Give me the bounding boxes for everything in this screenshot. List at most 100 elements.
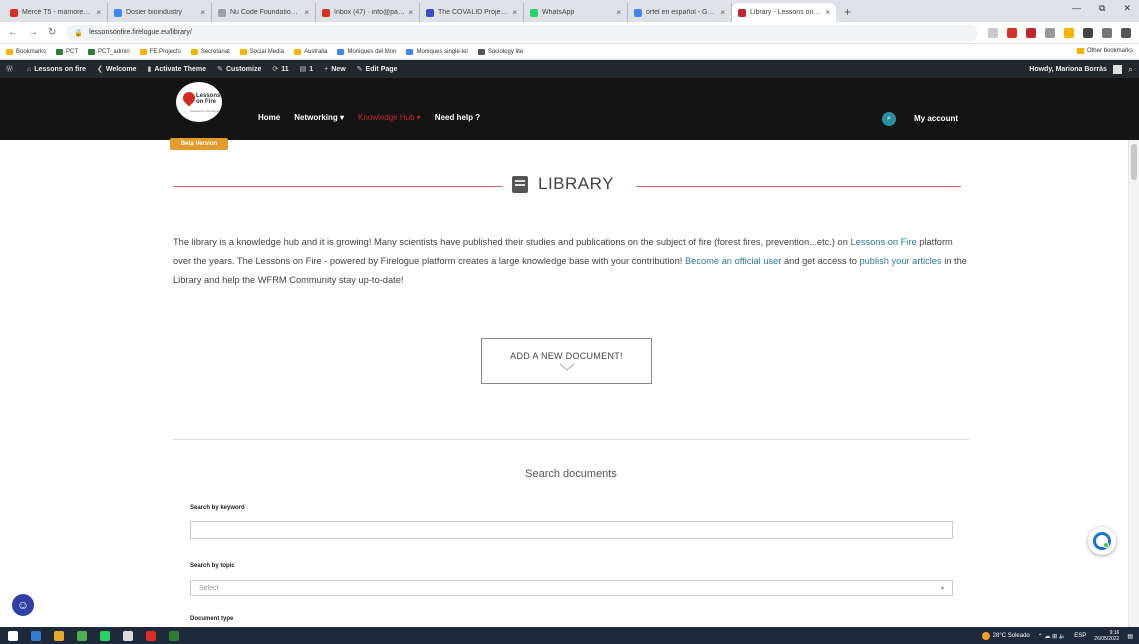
- bookmark-label: Secretariat: [200, 48, 230, 55]
- wp-logo-icon[interactable]: Ⓦ: [6, 64, 16, 74]
- browser-tab[interactable]: Library - Lessons on Fire ×: [732, 3, 836, 22]
- taskbar-app-icon[interactable]: [77, 630, 87, 641]
- close-icon[interactable]: ×: [200, 8, 205, 17]
- system-tray: 28°C Soleado ⌃ ☁ ⊞ 🔈 ESP 9:16 26/05/2022…: [981, 630, 1133, 642]
- extension-icon[interactable]: [1083, 27, 1093, 38]
- minimize-button[interactable]: —: [1072, 3, 1081, 14]
- bookmark-item[interactable]: Social Media: [239, 48, 284, 55]
- close-icon[interactable]: ×: [512, 8, 517, 17]
- taskbar-app-icon[interactable]: [123, 630, 133, 641]
- nav-item[interactable]: Need help ?: [435, 113, 480, 122]
- bookmark-item[interactable]: Moniques single-lel: [406, 48, 468, 55]
- tab-label: Mercè T5 - mamoreBene: [22, 9, 94, 16]
- taskbar-app-icon[interactable]: [8, 630, 18, 641]
- keyword-input[interactable]: [190, 521, 953, 539]
- taskbar-app-icon[interactable]: [31, 630, 41, 641]
- bookmark-item[interactable]: PCT_admin: [88, 48, 130, 55]
- become-official-user-link[interactable]: Become an official user: [685, 256, 781, 266]
- topic-select[interactable]: Select ▾: [190, 580, 953, 596]
- extension-icon[interactable]: [988, 27, 998, 38]
- site-search-button[interactable]: ⌕: [882, 112, 896, 126]
- wp-admin-item[interactable]: + New: [324, 66, 346, 73]
- keyword-label: Search by keyword: [190, 505, 245, 511]
- bookmark-item[interactable]: Australia: [294, 48, 327, 55]
- my-account-link[interactable]: My account: [914, 114, 958, 123]
- close-icon[interactable]: ×: [408, 8, 413, 17]
- extension-icon[interactable]: [1121, 27, 1131, 38]
- howdy-user[interactable]: Howdy, Mariona Borràs ⌕: [1029, 64, 1133, 75]
- scrollbar-thumb[interactable]: [1131, 144, 1137, 180]
- wp-admin-item[interactable]: ▮ Activate Theme: [147, 65, 206, 74]
- page-scrollbar[interactable]: [1128, 140, 1139, 627]
- taskbar-app-icon[interactable]: [54, 630, 64, 641]
- maximize-button[interactable]: ⧉: [1099, 3, 1105, 14]
- language-indicator[interactable]: ESP: [1074, 633, 1086, 639]
- forward-arrow-icon[interactable]: →: [28, 27, 38, 38]
- bookmarks-bar: Bookmarks PCT PCT_admin FE Projects Secretar…: [0, 44, 1139, 60]
- bookmark-item[interactable]: Bookmarks: [6, 48, 46, 55]
- tray-icons[interactable]: ⌃ ☁ ⊞ 🔈: [1038, 633, 1067, 640]
- extension-icon[interactable]: [1064, 27, 1074, 38]
- add-document-button[interactable]: ADD A NEW DOCUMENT!: [481, 338, 652, 384]
- wp-admin-item[interactable]: ❮ Welcome: [97, 65, 136, 74]
- taskbar-app-icon[interactable]: [169, 630, 179, 641]
- extension-icon[interactable]: [1026, 27, 1036, 38]
- wp-admin-item[interactable]: ✎ Customize: [217, 65, 261, 74]
- taskbar-app-icon[interactable]: [146, 630, 156, 641]
- close-icon[interactable]: ×: [96, 8, 101, 17]
- tab-label: WhatsApp: [542, 9, 575, 16]
- extension-icon[interactable]: [1045, 27, 1055, 38]
- lessons-on-fire-link[interactable]: Lessons on Fire: [850, 237, 916, 247]
- bookmark-item[interactable]: FE Projects: [139, 48, 181, 55]
- new-tab-button[interactable]: +: [844, 3, 851, 22]
- browser-tab[interactable]: Mercè T5 - mamoreBene ×: [4, 3, 108, 22]
- close-icon[interactable]: ×: [304, 8, 309, 17]
- sun-icon: [981, 632, 990, 640]
- wp-admin-item[interactable]: ⟳ 11: [272, 65, 288, 74]
- close-icon[interactable]: ×: [720, 8, 725, 17]
- browser-tab[interactable]: Nu Code Foundation · Cl ×: [212, 3, 316, 22]
- wp-admin-item[interactable]: ⌂ Lessons on fire: [27, 66, 86, 73]
- browser-tab[interactable]: The COVALID Project Nu ×: [420, 3, 524, 22]
- accessibility-button[interactable]: ☺: [12, 594, 34, 616]
- messenger-chat-button[interactable]: [1088, 527, 1116, 555]
- bookmark-item[interactable]: Secretariat: [190, 48, 230, 55]
- bookmark-folder-icon: [56, 48, 64, 55]
- bookmark-item[interactable]: Sociology lite: [477, 48, 523, 55]
- chevron-down-icon: ▾: [940, 585, 944, 592]
- close-icon[interactable]: ×: [616, 8, 621, 17]
- weather-widget[interactable]: 28°C Soleado: [981, 632, 1030, 640]
- wp-admin-item[interactable]: ▤ 1: [300, 65, 314, 74]
- site-logo[interactable]: Lessons on Fire Powered by Firelogue Bet…: [170, 82, 228, 150]
- admin-search-icon[interactable]: ⌕: [1128, 64, 1133, 75]
- bookmark-folder-icon: [239, 48, 247, 55]
- close-window-button[interactable]: ✕: [1123, 3, 1131, 14]
- bookmark-item[interactable]: Moniques del Mon: [337, 48, 396, 55]
- publish-articles-link[interactable]: publish your articles: [859, 256, 941, 266]
- tab-favicon-icon: [426, 8, 434, 17]
- bookmark-item[interactable]: PCT: [56, 48, 78, 55]
- bookmark-folder-icon: [88, 48, 96, 55]
- notifications-icon[interactable]: ▤: [1127, 633, 1133, 640]
- browser-tab[interactable]: orfel en español - Googl ×: [628, 3, 732, 22]
- browser-tab[interactable]: Inbox (47) · info@paeuro ×: [316, 3, 420, 22]
- extension-icon[interactable]: [1102, 27, 1112, 38]
- wp-admin-item[interactable]: ✎ Edit Page: [357, 65, 398, 74]
- browser-tab[interactable]: WhatsApp ×: [524, 3, 628, 22]
- beta-badge: Beta Version: [170, 138, 228, 150]
- doctype-label: Document type: [190, 616, 234, 622]
- other-bookmarks[interactable]: Other bookmarks: [1076, 48, 1133, 54]
- accessibility-icon: ☺: [16, 598, 30, 612]
- reload-icon[interactable]: ↻: [48, 27, 56, 38]
- extension-icon[interactable]: [1007, 27, 1017, 38]
- browser-tab[interactable]: Dosier bioindustry ×: [108, 3, 212, 22]
- other-bookmarks-label: Other bookmarks: [1086, 48, 1133, 54]
- taskbar-app-icon[interactable]: [100, 630, 110, 641]
- nav-item[interactable]: Networking ▾: [294, 113, 344, 122]
- nav-item[interactable]: Knowledge Hub ▾: [358, 113, 421, 122]
- clock[interactable]: 9:16 26/05/2022: [1094, 630, 1119, 642]
- url-input[interactable]: 🔒 lessonsonfire.firelogue.eu/library/: [66, 24, 978, 41]
- close-icon[interactable]: ×: [825, 8, 830, 17]
- nav-item[interactable]: Home: [258, 113, 280, 122]
- back-arrow-icon[interactable]: ←: [8, 27, 18, 38]
